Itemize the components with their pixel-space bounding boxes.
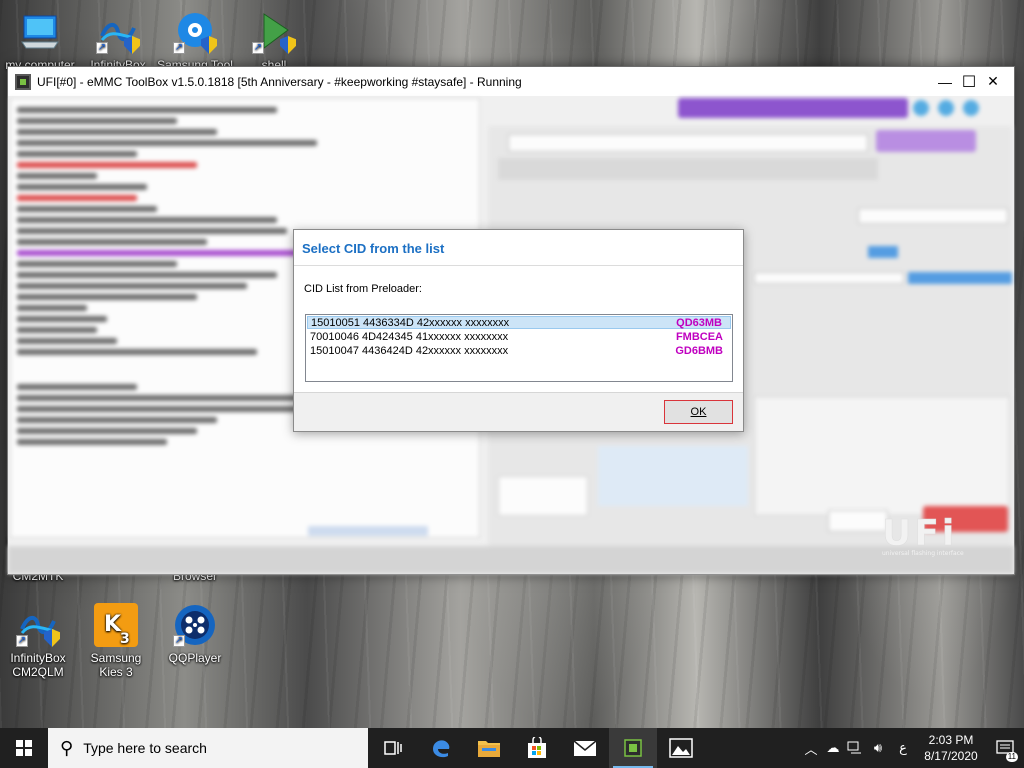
qqplayer-icon: ↗: [173, 603, 217, 647]
clock-time: 2:03 PM: [928, 733, 974, 747]
desktop-icon-label: InfinityBox CM2QLM: [10, 651, 66, 679]
cid-tag: GD6BMB: [675, 344, 723, 357]
desktop-icon-my-computer[interactable]: my computer: [2, 10, 78, 72]
taskbar-ufi-toolbox[interactable]: [609, 728, 657, 768]
svg-text:universal flashing interface: universal flashing interface: [882, 550, 964, 557]
desktop-icon-shell[interactable]: ↗ shell: [236, 10, 312, 72]
desktop-icon-infinitybox[interactable]: ↗ InfinityBox: [80, 10, 156, 72]
clock-date: 8/17/2020: [924, 749, 978, 763]
taskbar-mail[interactable]: [561, 728, 609, 768]
desktop-icon-label: Samsung Kies 3: [90, 651, 142, 679]
cid-value: 15010047 4436424D 42xxxxxx xxxxxxxx: [310, 344, 509, 357]
task-view-button[interactable]: [369, 728, 417, 768]
store-icon: [528, 737, 546, 758]
window-titlebar[interactable]: UFI[#0] - eMMC ToolBox v1.5.0.1818 [5th …: [8, 67, 1014, 96]
search-placeholder: Type here to search: [83, 740, 207, 756]
mail-icon: [573, 740, 597, 756]
desktop-icon-samsung-tool[interactable]: ↗ Samsung Tool: [157, 10, 233, 72]
network-icon: [847, 741, 861, 754]
taskbar-clock[interactable]: 2:03 PM 8/17/2020: [916, 732, 986, 764]
show-hidden-icons-button[interactable]: ︿: [800, 728, 822, 768]
taskbar-edge[interactable]: [417, 728, 465, 768]
cid-list-item[interactable]: 15010047 4436424D 42xxxxxx xxxxxxxx GD6B…: [307, 344, 731, 357]
desktop-icon-label: QQPlayer: [168, 651, 222, 665]
notification-count-badge: 11: [1005, 752, 1018, 762]
dialog-body: CID List from Preloader: 15010051 443633…: [294, 266, 743, 393]
speaker-icon: 🔊︎: [873, 740, 883, 755]
action-center-button[interactable]: 11: [986, 728, 1024, 768]
ok-button[interactable]: OK: [664, 400, 733, 424]
cid-list-label: CID List from Preloader:: [304, 283, 422, 295]
taskbar-photos[interactable]: [657, 728, 705, 768]
cloud-icon: ☁: [826, 740, 840, 755]
computer-icon: [18, 10, 62, 54]
windows-logo-icon: [16, 740, 32, 756]
volume-tray[interactable]: 🔊︎: [866, 728, 890, 768]
folder-icon: [478, 741, 500, 757]
onedrive-tray[interactable]: ☁: [822, 728, 844, 768]
cid-tag: FMBCEA: [675, 330, 723, 343]
desktop-icon-samsung-kies[interactable]: K3 Samsung Kies 3: [78, 603, 154, 679]
edge-icon: [433, 740, 450, 758]
ufi-logo: UFi universal flashing interface: [880, 511, 990, 557]
window-title: UFI[#0] - eMMC ToolBox v1.5.0.1818 [5th …: [37, 74, 522, 89]
photos-icon: [669, 738, 693, 758]
taskbar-search-box[interactable]: ⚲ Type here to search: [48, 728, 368, 768]
cid-list-item[interactable]: 70010046 4D424345 41xxxxxx xxxxxxxx FMBC…: [307, 330, 731, 343]
cid-value: 70010046 4D424345 41xxxxxx xxxxxxxx: [310, 330, 509, 343]
taskbar: ⚲ Type here to search ︿ ☁ 🔊︎ ع 2:03 PM 8…: [0, 728, 1024, 768]
ufi-app-icon: [15, 73, 31, 90]
desktop-icon-infinitybox-cm2qlm[interactable]: ↗ InfinityBox CM2QLM: [0, 603, 76, 679]
samsung-tool-icon: ↗: [173, 10, 217, 54]
select-cid-dialog: Select CID from the list CID List from P…: [293, 229, 744, 432]
infinitybox-icon: ↗: [96, 10, 140, 54]
close-button[interactable]: ✕: [970, 67, 1016, 96]
start-button[interactable]: [0, 728, 48, 768]
taskbar-store[interactable]: [513, 728, 561, 768]
chevron-up-icon: ︿: [804, 741, 818, 757]
ufi-chip-icon: [624, 739, 642, 757]
dialog-title: Select CID from the list: [302, 241, 445, 256]
cid-value: 15010051 4436334D 42xxxxxx xxxxxxxx: [311, 316, 510, 329]
taskbar-file-explorer[interactable]: [465, 728, 513, 768]
cid-list-item[interactable]: 15010051 4436334D 42xxxxxx xxxxxxxx QD63…: [307, 316, 731, 329]
input-language[interactable]: ع: [890, 728, 916, 768]
svg-text:UFi: UFi: [882, 513, 957, 554]
svg-text:3: 3: [120, 631, 130, 647]
dialog-header: Select CID from the list: [294, 230, 743, 266]
shell-icon: ↗: [252, 10, 296, 54]
task-view-icon: [384, 741, 402, 755]
cid-tag: QD63MB: [676, 316, 722, 329]
desktop-icon-qqplayer[interactable]: ↗ QQPlayer: [157, 603, 233, 665]
search-icon: ⚲: [60, 737, 74, 758]
network-tray[interactable]: [844, 728, 866, 768]
samsung-kies-icon: K3: [94, 603, 138, 647]
infinitybox-icon: ↗: [16, 603, 60, 647]
cid-listbox[interactable]: 15010051 4436334D 42xxxxxx xxxxxxxx QD63…: [305, 314, 733, 382]
language-indicator: ع: [899, 740, 907, 755]
